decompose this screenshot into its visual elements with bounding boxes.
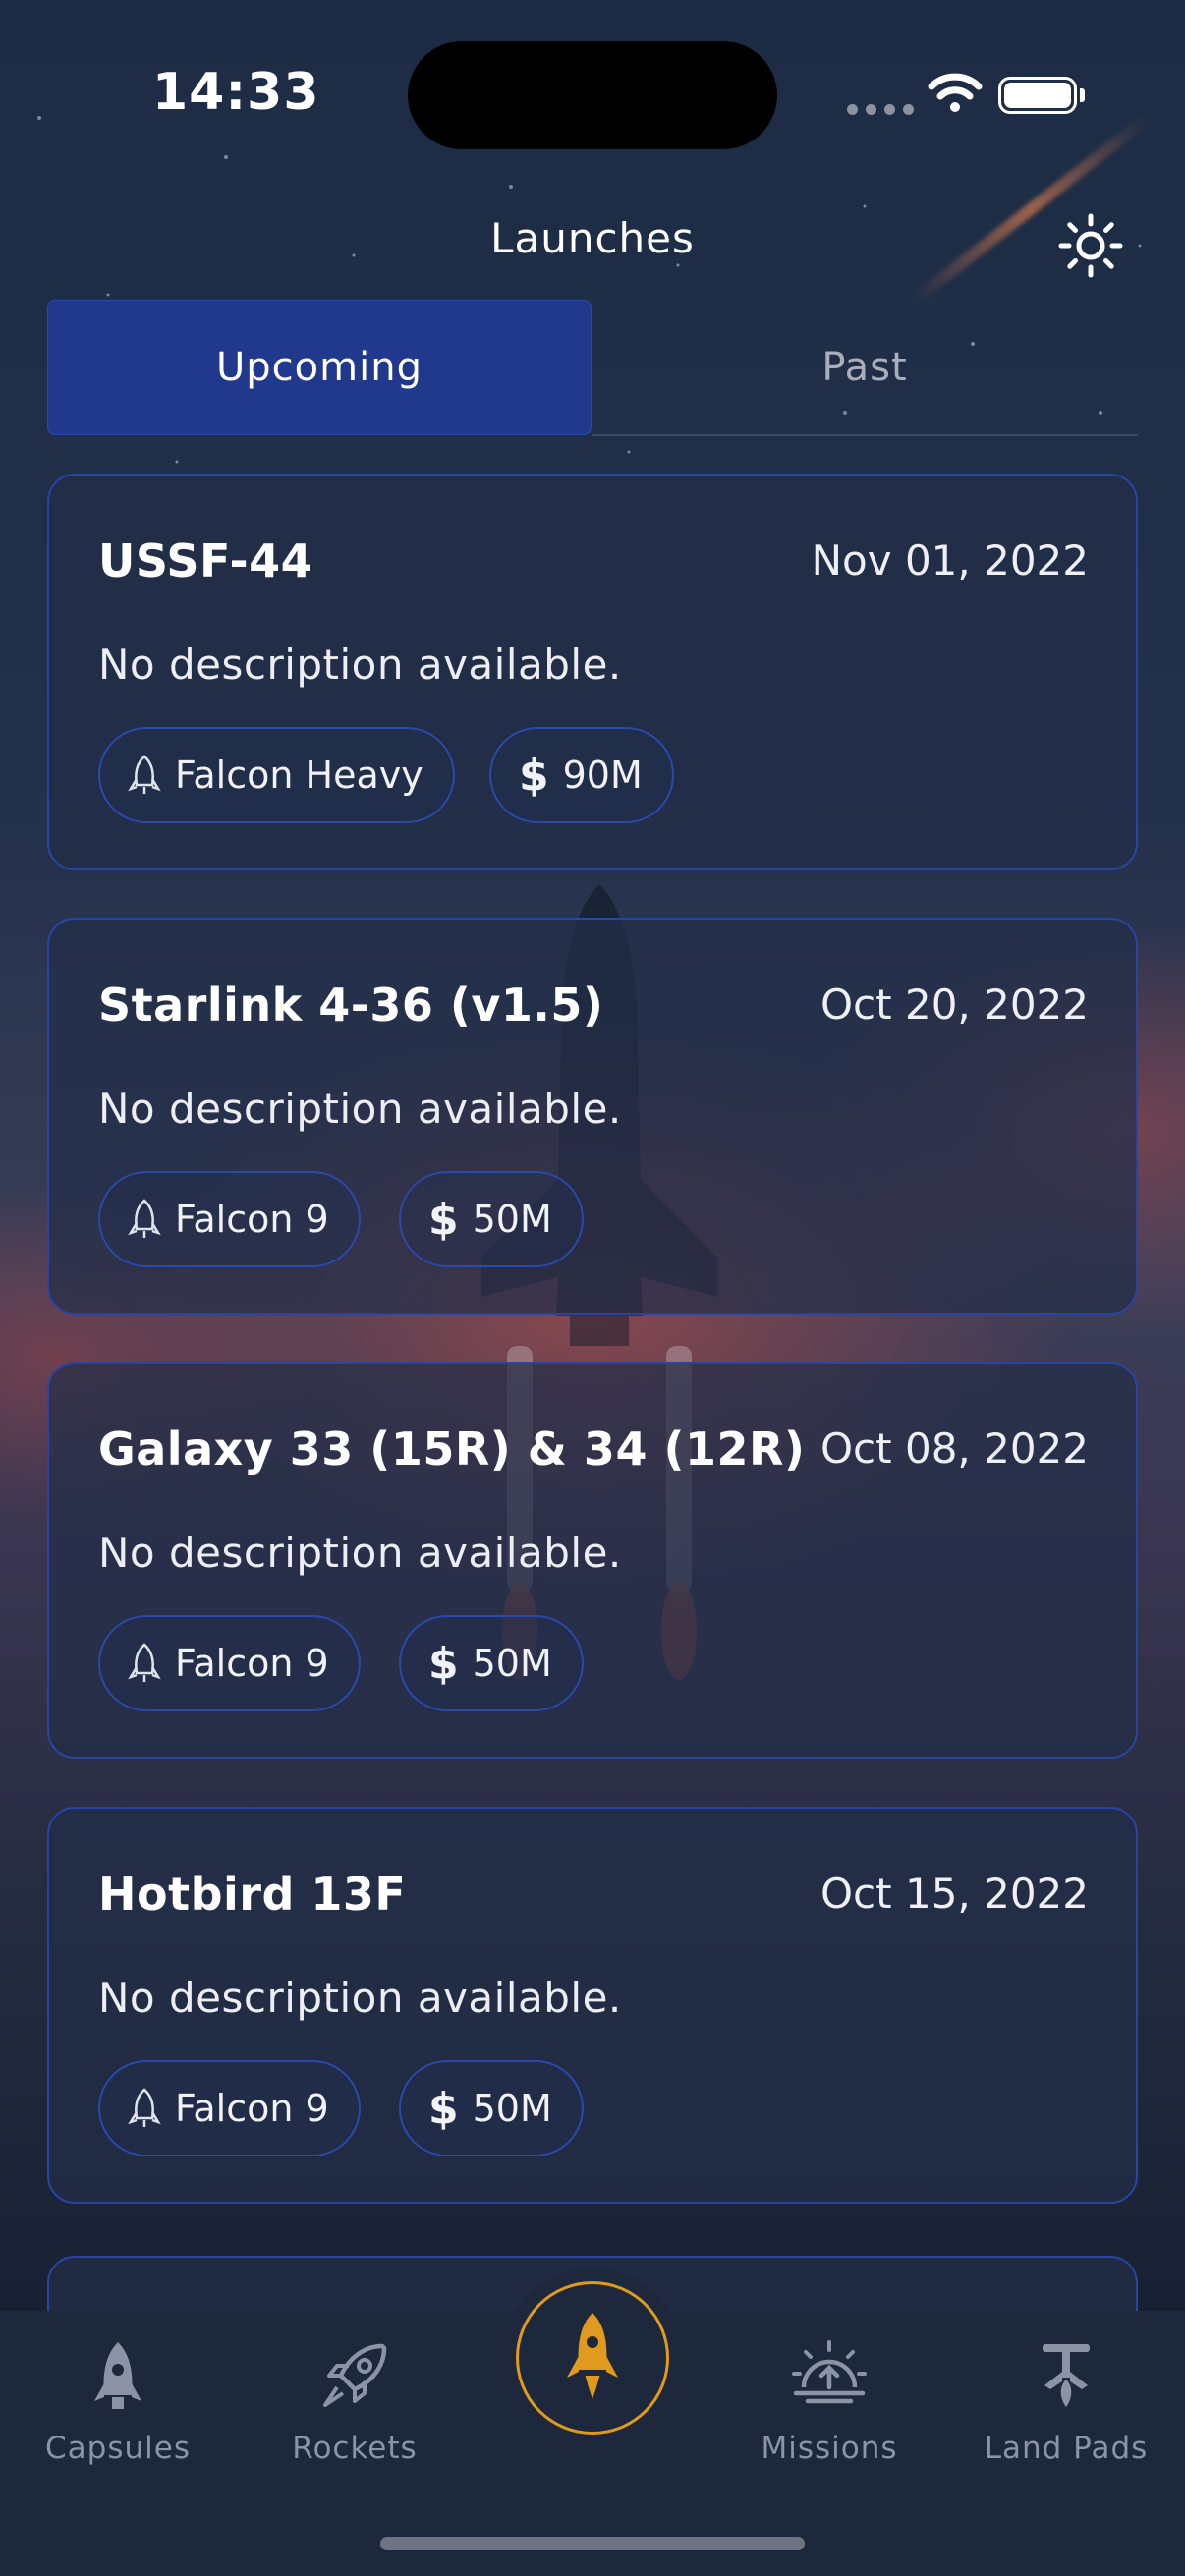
rocket-name: Falcon 9: [175, 2087, 329, 2130]
rocket-icon: [323, 2343, 387, 2407]
launch-cost: 50M: [472, 2087, 552, 2130]
launch-card[interactable]: Hotbird 13F Oct 15, 2022 No description …: [47, 1807, 1138, 2204]
capsule-icon: [94, 2342, 141, 2409]
launch-rocket-icon: [567, 2313, 618, 2399]
launch-cost: 90M: [562, 754, 643, 797]
page-title: Launches: [490, 214, 695, 262]
rocket-name: Falcon 9: [175, 1642, 329, 1685]
rocket-chip: Falcon 9: [98, 1615, 361, 1711]
nav-missions[interactable]: Missions: [721, 2328, 937, 2476]
cost-chip: $ 90M: [489, 727, 674, 823]
rocket-outline-icon: [128, 2087, 161, 2130]
rocket-name: Falcon Heavy: [175, 754, 423, 797]
launch-description: No description available.: [98, 641, 622, 689]
launch-date: Nov 01, 2022: [811, 536, 1089, 585]
rocket-chip: Falcon 9: [98, 2060, 361, 2156]
rocket-outline-icon: [128, 1198, 161, 1241]
cost-chip: $ 50M: [399, 2060, 584, 2156]
nav-label: Capsules: [45, 2431, 191, 2466]
theme-toggle-button[interactable]: [1053, 208, 1128, 283]
battery-icon: [998, 77, 1077, 114]
wifi-icon: [928, 73, 983, 112]
launch-description: No description available.: [98, 1085, 622, 1133]
mission-icon: [792, 2340, 867, 2404]
rocket-outline-icon: [128, 754, 161, 797]
rocket-name: Falcon 9: [175, 1198, 329, 1241]
launch-card[interactable]: Starlink 4-36 (v1.5) Oct 20, 2022 No des…: [47, 918, 1138, 1315]
nav-land-pads[interactable]: Land Pads: [958, 2328, 1174, 2476]
status-bar: 14:33: [0, 0, 1185, 187]
dollar-icon: $: [519, 750, 549, 801]
nav-capsules[interactable]: Capsules: [10, 2328, 226, 2476]
launch-description: No description available.: [98, 1529, 622, 1577]
rocket-outline-icon: [128, 1642, 161, 1685]
sun-icon: [1058, 213, 1123, 278]
launch-date: Oct 08, 2022: [820, 1425, 1089, 1473]
dollar-icon: $: [428, 1638, 459, 1689]
dollar-icon: $: [428, 1194, 459, 1245]
launch-name: Hotbird 13F: [98, 1868, 407, 1921]
launch-date: Oct 15, 2022: [820, 1870, 1089, 1918]
launch-name: Galaxy 33 (15R) & 34 (12R): [98, 1423, 806, 1476]
dollar-icon: $: [428, 2083, 459, 2134]
dynamic-island: [408, 41, 777, 149]
battery-tip: [1080, 88, 1085, 102]
cellular-signal-icon: [847, 104, 914, 115]
landpad-icon: [1043, 2344, 1090, 2407]
nav-launches-button[interactable]: [516, 2281, 669, 2435]
nav-label: Missions: [761, 2431, 898, 2466]
launch-cost: 50M: [472, 1198, 552, 1241]
launch-card[interactable]: USSF-44 Nov 01, 2022 No description avai…: [47, 474, 1138, 870]
launch-name: USSF-44: [98, 534, 313, 588]
launch-name: Starlink 4-36 (v1.5): [98, 979, 604, 1032]
rocket-chip: Falcon Heavy: [98, 727, 455, 823]
rocket-chip: Falcon 9: [98, 1171, 361, 1267]
nav-label: Rockets: [292, 2431, 418, 2466]
launch-date: Oct 20, 2022: [820, 980, 1089, 1029]
cost-chip: $ 50M: [399, 1615, 584, 1711]
launch-card[interactable]: Galaxy 33 (15R) & 34 (12R) Oct 08, 2022 …: [47, 1362, 1138, 1759]
launch-cost: 50M: [472, 1642, 552, 1685]
nav-rockets[interactable]: Rockets: [247, 2328, 463, 2476]
tab-divider: [592, 434, 1138, 436]
status-time: 14:33: [152, 63, 320, 122]
tab-upcoming[interactable]: Upcoming: [47, 300, 592, 435]
nav-label: Land Pads: [984, 2431, 1149, 2466]
cost-chip: $ 50M: [399, 1171, 584, 1267]
tab-past[interactable]: Past: [592, 300, 1138, 435]
launch-tabs: Upcoming Past: [47, 300, 1138, 437]
launch-description: No description available.: [98, 1974, 622, 2022]
home-indicator: [380, 2537, 805, 2550]
